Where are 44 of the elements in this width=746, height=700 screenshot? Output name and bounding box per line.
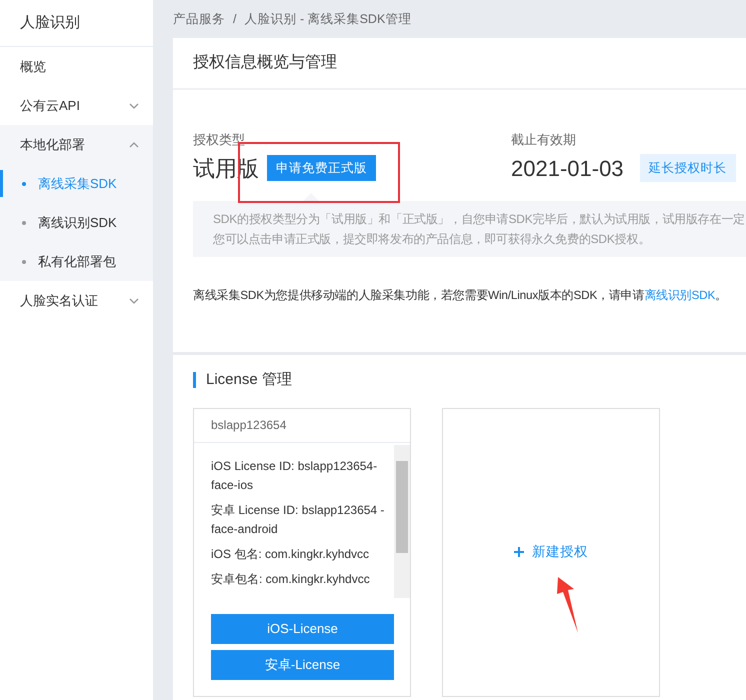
breadcrumb-item: 人脸识别 - 离线采集SDK管理 — [244, 10, 412, 28]
breadcrumb-separator: / — [233, 10, 236, 28]
sidebar-item[interactable]: 离线识别SDK — [0, 203, 153, 242]
sidebar-item[interactable]: 离线采集SDK — [0, 164, 153, 203]
chevron-icon — [129, 298, 139, 304]
sidebar-item[interactable]: 概览 — [0, 47, 153, 86]
group-label: 公有云API — [20, 96, 80, 115]
group-label: 人脸实名认证 — [20, 292, 98, 310]
breadcrumb-item[interactable]: 产品服务 — [173, 10, 225, 28]
detail-text: iOS 包名: com.kingkr.kyhdvcc — [211, 546, 370, 563]
section-marker — [193, 372, 196, 388]
apply-button[interactable]: 申请免费正式版 — [267, 154, 376, 182]
bullet-icon — [22, 182, 26, 186]
detail-text: 安卓 License ID: bslapp123654 -face-android — [211, 502, 386, 538]
bullet-icon — [22, 260, 26, 264]
new-license-button[interactable]: 新建授权 — [514, 542, 588, 562]
link[interactable]: 离线识别SDK — [644, 288, 716, 302]
sidebar-title: 人脸识别 — [0, 0, 153, 47]
sidebar-group[interactable]: 人脸实名认证 — [0, 281, 153, 320]
card-title: bslapp123654 — [194, 408, 410, 443]
extend-button[interactable]: 延长授权时长 — [640, 154, 736, 182]
download-button[interactable]: 安卓-License — [211, 650, 394, 680]
bullet-icon — [22, 220, 26, 224]
notice-text: SDK的授权类型分为「试用版」和「正式版」，自您申请SDK完毕后，默认为试用版，试用版存在一定 您可以点击申请正式版，提交即将发布的产品信息，即可获得永久免费的SDK授权。 — [193, 200, 746, 256]
section-title: License 管理 — [206, 370, 292, 390]
description-text: 离线采集SDK为您提供移动端的人脸采集功能，若您需要Win/Linux版本的SDK，请申请离线识别SDK。 — [193, 286, 728, 304]
item-label: 离线识别SDK — [38, 214, 117, 232]
item-label: 私有化部署包 — [38, 252, 116, 271]
chevron-icon — [129, 142, 139, 148]
field-label: 截止有效期 — [511, 131, 577, 149]
panel-title: 授权信息概览与管理 — [173, 38, 746, 90]
sidebar-group[interactable]: 公有云API — [0, 86, 153, 125]
plus-icon — [514, 547, 524, 558]
scrollbar[interactable] — [394, 444, 410, 598]
item-label: 离线采集SDK — [38, 174, 117, 193]
chevron-icon — [129, 102, 139, 108]
download-button[interactable]: iOS-License — [211, 614, 394, 644]
sidebar-item[interactable]: 私有化部署包 — [0, 242, 153, 281]
field-value: 2021-01-03 — [511, 154, 624, 182]
group-label: 本地化部署 — [20, 136, 85, 154]
sidebar-group[interactable]: 本地化部署 — [0, 125, 153, 164]
active-indicator — [0, 170, 3, 197]
detail-text: 安卓包名: com.kingkr.kyhdvcc — [211, 570, 371, 588]
detail-text: iOS License ID: bslapp123654-face-ios — [211, 458, 378, 494]
